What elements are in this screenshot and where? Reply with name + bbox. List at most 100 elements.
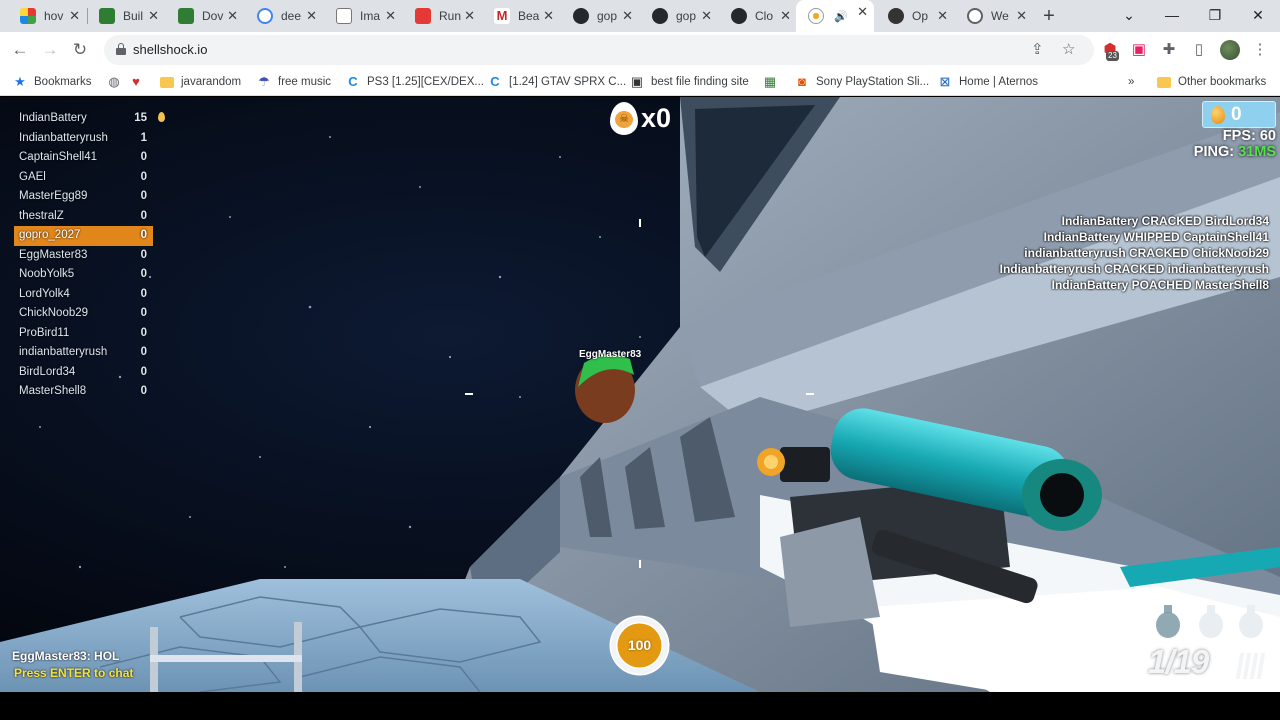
grenade-icon (1199, 605, 1223, 638)
close-icon[interactable]: ✕ (1016, 8, 1027, 24)
tab-10-active[interactable]: 🔊 ✕ (796, 0, 874, 32)
speaker-icon[interactable]: 🔊 (834, 10, 848, 23)
chat-hint[interactable]: Press ENTER to chat (14, 666, 133, 680)
tab-6[interactable]: M Bea ✕ (482, 4, 560, 28)
bookmark-label: Sony PlayStation Sli... (816, 76, 930, 88)
bookmark-game[interactable]: ▦ (762, 72, 784, 92)
address-bar[interactable]: shellshock.io ⇪ ☆ (104, 35, 1094, 65)
tab-label: Bea (518, 9, 540, 23)
puzzle-icon[interactable]: ✚ (1159, 40, 1179, 60)
close-icon[interactable]: ✕ (622, 8, 633, 24)
leaderboard-row: MasterEgg89 0 (19, 190, 147, 202)
tab-1[interactable]: Buil ✕ (87, 4, 165, 28)
close-window-button[interactable]: ✕ (1246, 4, 1270, 26)
tab-0[interactable]: hov ✕ (8, 4, 86, 28)
skull-egg-icon: ☠ (610, 102, 638, 135)
folder-icon (160, 76, 174, 88)
tab-9[interactable]: Clo ✕ (719, 4, 797, 28)
sidebar-icon[interactable]: ▯ (1189, 40, 1209, 60)
close-icon[interactable]: ✕ (148, 8, 159, 24)
close-icon[interactable]: ✕ (385, 8, 396, 24)
tab-11[interactable]: Op ✕ (876, 4, 954, 28)
bookmark-javarandom[interactable]: javarandom (160, 72, 241, 92)
tab-5[interactable]: Run ✕ (403, 4, 481, 28)
kill-feed: IndianBattery CRACKED BirdLord34 IndianB… (1000, 213, 1269, 293)
kill-feed-entry: IndianBattery WHIPPED CaptainShell41 (1043, 230, 1269, 244)
tab-search-chevron-icon[interactable]: ⌄ (1117, 4, 1141, 26)
folder-icon (1157, 76, 1171, 88)
leaderboard-row-self: gopro_2027 0 (14, 226, 153, 246)
lock-icon[interactable] (116, 43, 126, 55)
egg-count: 0 (1231, 104, 1242, 125)
kill-feed-entry: indianbatteryrush CRACKED ChickNoob29 (1024, 246, 1269, 260)
close-icon[interactable]: ✕ (464, 8, 475, 24)
bookmark-globe[interactable]: ◍ (106, 72, 128, 92)
bookmark-aternos[interactable]: ⊠ Home | Aternos (937, 72, 1039, 92)
avatar[interactable] (1220, 40, 1240, 60)
reload-icon[interactable]: ↻ (68, 38, 92, 62)
bookmark-heart[interactable]: ♥ (128, 72, 150, 92)
bookmark-gtav[interactable]: C [1.24] GTAV SPRX C... (487, 72, 626, 92)
kebab-menu-icon[interactable]: ⋮ (1250, 40, 1270, 60)
bookmark-label: Other bookmarks (1178, 76, 1267, 88)
bookmark-star-icon[interactable]: ☆ (1062, 40, 1075, 58)
back-arrow-icon[interactable]: ← (8, 38, 32, 62)
favicon-icon (178, 8, 194, 24)
favicon-icon (99, 8, 115, 24)
share-icon[interactable]: ⇪ (1031, 40, 1044, 58)
tab-3[interactable]: dee ✕ (245, 4, 323, 28)
leaderboard-row: ChickNoob29 0 (19, 307, 147, 319)
extension-colorful-icon[interactable]: ▣ (1129, 40, 1149, 60)
crosshair-pip (639, 219, 641, 227)
close-icon[interactable]: ✕ (543, 8, 554, 24)
grenade-icon (1156, 605, 1180, 638)
tab-label: Ima (360, 9, 381, 23)
tab-label: dee (281, 9, 302, 23)
chat-message: EggMaster83: HOL (12, 649, 120, 663)
tab-4[interactable]: Ima ✕ (324, 4, 402, 28)
close-icon[interactable]: ✕ (701, 8, 712, 24)
bookmark-bookmarks[interactable]: ★ Bookmarks (12, 72, 91, 92)
golden-egg-icon (158, 112, 165, 122)
new-tab-button[interactable]: + (1038, 5, 1060, 27)
m-logo-icon: M (494, 8, 510, 24)
bookmark-sony[interactable]: ◙ Sony PlayStation Sli... (794, 72, 929, 92)
leaderboard-row: IndianBattery 15 (14, 109, 165, 129)
restore-button[interactable]: ❐ (1203, 4, 1227, 26)
forward-arrow-icon[interactable]: → (38, 38, 62, 62)
streak-count: x0 (641, 103, 672, 133)
leaderboard-row: indianbatteryrush 0 (19, 346, 147, 358)
close-icon[interactable]: ✕ (69, 8, 80, 24)
leaderboard-row: MasterShell8 0 (19, 385, 147, 397)
close-icon[interactable]: ✕ (937, 8, 948, 24)
crosshair-pip (806, 393, 814, 395)
bookmark-file-finding[interactable]: ▣ best file finding site (629, 72, 749, 92)
minimize-button[interactable]: — (1160, 4, 1184, 26)
bookmark-other[interactable]: Other bookmarks (1157, 72, 1266, 92)
tab-7[interactable]: gop ✕ (561, 4, 639, 28)
kill-streak: ☠ x0 (610, 102, 671, 135)
crosshair-pip (639, 560, 641, 568)
c-logo-icon: C (348, 74, 358, 89)
tab-8[interactable]: gop ✕ (640, 4, 718, 28)
enemy-nametag: EggMaster83 (579, 349, 642, 360)
tab-label: Dov (202, 9, 224, 23)
tab-label: Op (912, 9, 929, 23)
close-icon[interactable]: ✕ (306, 8, 317, 24)
toolbar: ← → ↻ shellshock.io ⇪ ☆ ⬢ 23 ▣ ✚ ▯ ⋮ (0, 32, 1280, 68)
fps-readout: FPS: 60 (1222, 128, 1276, 144)
bookmarks-overflow[interactable]: » (1128, 72, 1134, 92)
game-canvas[interactable]: IndianBattery 15 Indianbatteryrush 1 Capta… (0, 97, 1280, 692)
url-text[interactable]: shellshock.io (133, 42, 207, 57)
tab-2[interactable]: Dov ✕ (166, 4, 244, 28)
taskbar-strip (0, 692, 1280, 720)
ammo-counter: 1/19 (1148, 643, 1209, 680)
tab-12[interactable]: We ✕ (955, 4, 1033, 28)
browser-window: hov ✕ Buil ✕ Dov ✕ dee ✕ Ima ✕ Run ✕ M B… (0, 0, 1280, 720)
close-icon[interactable]: ✕ (780, 8, 791, 24)
bookmark-free-music[interactable]: ☂ free music (256, 72, 331, 92)
close-icon[interactable]: ✕ (227, 8, 238, 24)
egg-currency[interactable]: 0 (1202, 101, 1276, 128)
close-icon[interactable]: ✕ (857, 4, 868, 20)
bookmark-ps3[interactable]: C PS3 [1.25][CEX/DEX... (345, 72, 484, 92)
